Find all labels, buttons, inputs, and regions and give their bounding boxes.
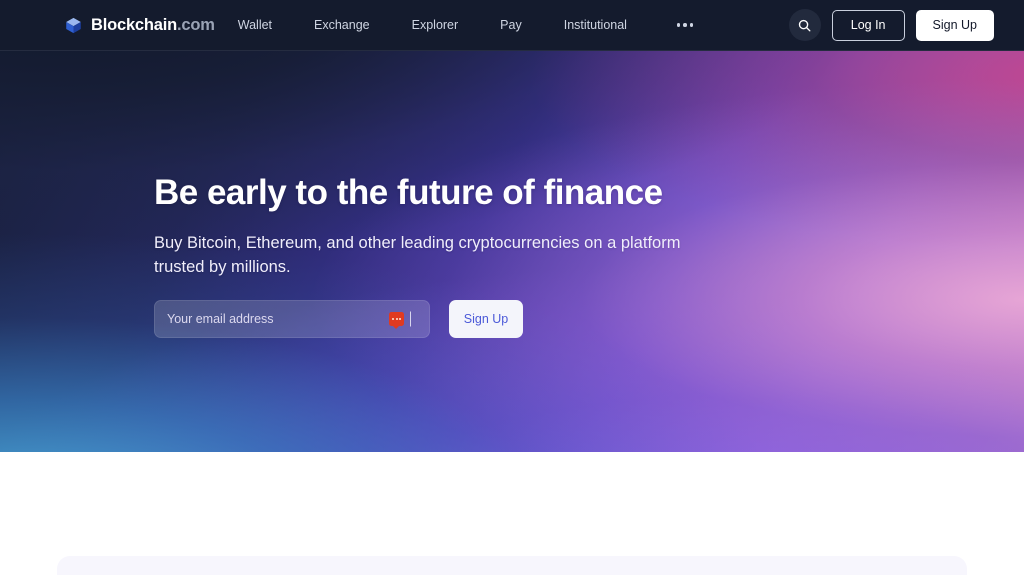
- email-field[interactable]: [154, 300, 430, 338]
- brand-name-main: Blockchain: [91, 15, 178, 34]
- login-button[interactable]: Log In: [831, 9, 905, 41]
- nav-item-wallet[interactable]: Wallet: [238, 11, 272, 40]
- hero-signup-button[interactable]: Sign Up: [449, 300, 523, 338]
- hero-headline: Be early to the future of finance: [154, 173, 663, 212]
- brand-logo-link[interactable]: Blockchain.com: [64, 16, 215, 35]
- brand-name: Blockchain.com: [91, 17, 215, 34]
- page-root: Blockchain.com Wallet Exchange Explorer …: [0, 0, 1024, 575]
- search-icon: [799, 19, 811, 31]
- nav-item-pay[interactable]: Pay: [500, 11, 522, 40]
- hero-subheadline: Buy Bitcoin, Ethereum, and other leading…: [154, 234, 681, 277]
- nav-item-explorer[interactable]: Explorer: [412, 11, 459, 40]
- brand-name-tld: .com: [177, 15, 215, 34]
- nav-item-institutional[interactable]: Institutional: [564, 11, 627, 40]
- hero-content: Be early to the future of finance Buy Bi…: [0, 51, 1024, 452]
- ellipsis-icon[interactable]: [673, 13, 698, 37]
- autofill-badge-icon[interactable]: [389, 312, 404, 329]
- navbar-actions: Log In Sign Up: [788, 9, 994, 41]
- search-button[interactable]: [788, 9, 821, 41]
- blockchain-cube-icon: [66, 17, 81, 33]
- primary-nav: Wallet Exchange Explorer Pay Institution…: [238, 11, 698, 40]
- email-input[interactable]: [155, 301, 429, 337]
- hero-signup-form: Sign Up: [154, 300, 523, 338]
- text-cursor: [409, 311, 411, 327]
- below-hero-section: [0, 452, 1024, 575]
- top-navigation-bar: Blockchain.com Wallet Exchange Explorer …: [0, 0, 1024, 51]
- hero-section: Be early to the future of finance Buy Bi…: [0, 51, 1024, 452]
- signup-nav-button[interactable]: Sign Up: [915, 9, 994, 41]
- nav-item-exchange[interactable]: Exchange: [314, 11, 370, 40]
- content-panel-card: [57, 556, 967, 575]
